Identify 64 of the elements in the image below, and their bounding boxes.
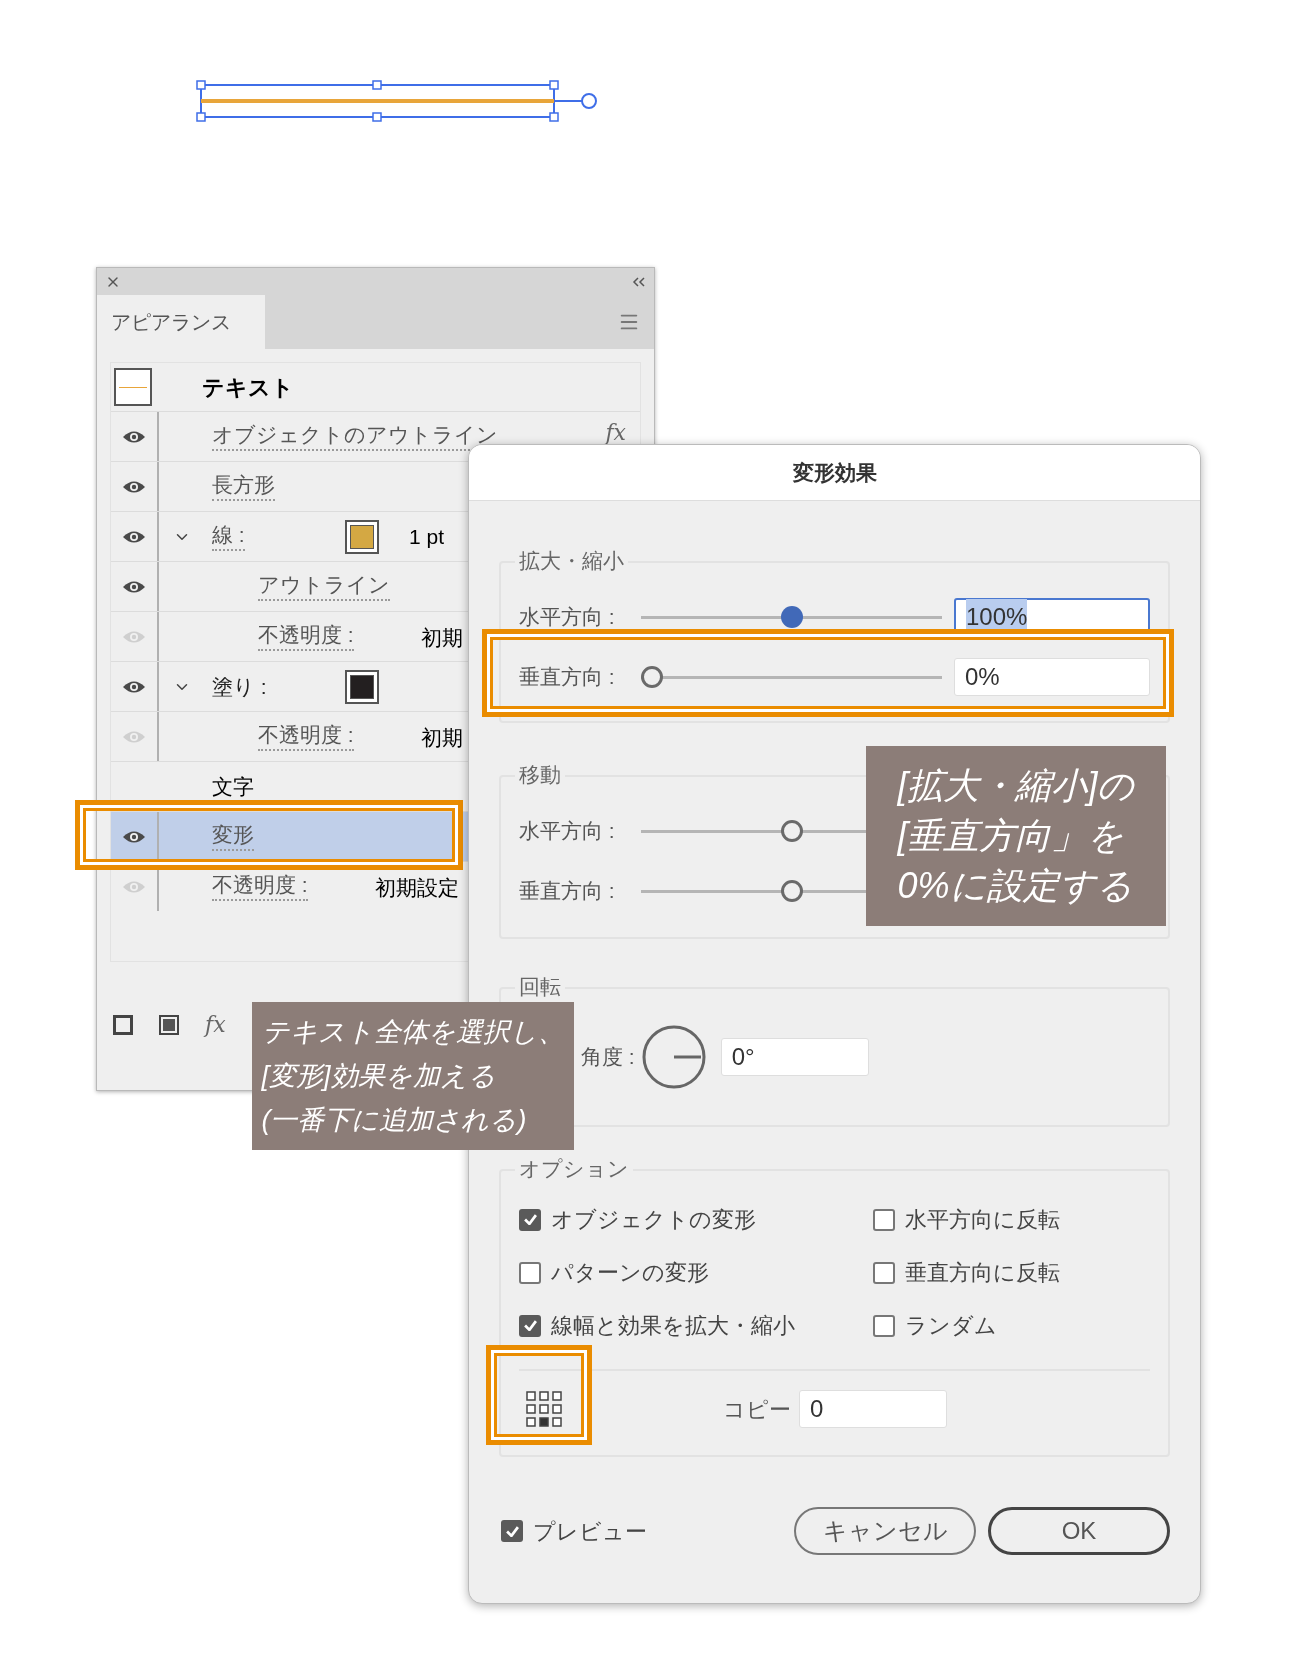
- row-label[interactable]: 不透明度 :: [212, 872, 308, 901]
- eye-icon[interactable]: [122, 579, 146, 594]
- angle-label: 角度 :: [581, 1044, 635, 1071]
- eye-icon[interactable]: [122, 829, 146, 844]
- dialog-title: 変形効果: [792, 459, 877, 486]
- check-icon: [523, 1320, 537, 1331]
- eye-icon[interactable]: [122, 479, 146, 494]
- preview-label[interactable]: プレビュー: [533, 1514, 647, 1548]
- row-value: 初期: [421, 725, 463, 751]
- eye-icon[interactable]: [122, 679, 146, 694]
- checkbox-label[interactable]: 垂直方向に反転: [905, 1256, 1060, 1289]
- checkbox[interactable]: [873, 1208, 895, 1231]
- row-label[interactable]: 線 :: [212, 522, 245, 551]
- slider-label: 水平方向 :: [519, 818, 616, 845]
- fx-label[interactable]: fx: [205, 1008, 226, 1041]
- row-label[interactable]: 変形: [212, 822, 254, 851]
- row-label[interactable]: アウトライン: [258, 572, 390, 601]
- row-label[interactable]: 長方形: [212, 472, 275, 501]
- color-swatch[interactable]: [345, 520, 379, 554]
- checkbox[interactable]: [873, 1261, 895, 1284]
- object-title: テキスト: [202, 373, 294, 402]
- new-fill-icon[interactable]: [159, 1014, 179, 1035]
- row-value: 初期設定: [375, 875, 459, 901]
- checkbox-label[interactable]: ランダム: [905, 1309, 997, 1342]
- row-label[interactable]: 文字: [212, 770, 254, 803]
- reference-point-icon[interactable]: [525, 1390, 563, 1428]
- checkbox-label[interactable]: 水平方向に反転: [905, 1203, 1060, 1236]
- row-label[interactable]: 不透明度 :: [258, 622, 354, 651]
- copies-label: コピー: [723, 1395, 791, 1424]
- row-label[interactable]: 不透明度 :: [258, 722, 354, 751]
- annotation-text: [拡大・縮小]の [垂直方向」を 0%に設定する: [897, 764, 1135, 908]
- slider-thumb[interactable]: [780, 880, 803, 902]
- slider-label: 垂直方向 :: [519, 664, 616, 691]
- angle-dial-icon[interactable]: [640, 1024, 707, 1090]
- collapse-icon[interactable]: [632, 276, 646, 287]
- slider-thumb[interactable]: [780, 820, 803, 842]
- eye-icon[interactable]: [122, 429, 146, 444]
- eye-icon[interactable]: [122, 529, 146, 544]
- checkbox[interactable]: [519, 1314, 541, 1337]
- annotation-text: テキスト全体を選択し、 [変形]効果を加える (一番下に追加される): [261, 1016, 565, 1137]
- new-stroke-icon[interactable]: [113, 1014, 133, 1035]
- stroke-weight: 1 pt: [409, 524, 445, 551]
- value-field[interactable]: 0%: [954, 658, 1150, 696]
- panel-tab[interactable]: アピアランス: [97, 295, 265, 349]
- checkbox-label[interactable]: 線幅と効果を拡大・縮小: [551, 1309, 795, 1342]
- cancel-button[interactable]: キャンセル: [794, 1507, 976, 1555]
- ok-button[interactable]: OK: [988, 1507, 1170, 1555]
- slider-label: 垂直方向 :: [519, 878, 616, 905]
- checkbox[interactable]: [873, 1314, 895, 1337]
- row-value: 初期: [421, 625, 463, 651]
- row-label[interactable]: 塗り :: [212, 670, 267, 703]
- checkbox[interactable]: [519, 1261, 541, 1284]
- checkbox-label[interactable]: パターンの変形: [551, 1256, 709, 1289]
- object-thumbnail: [114, 368, 152, 406]
- checkbox-label[interactable]: オブジェクトの変形: [551, 1203, 756, 1236]
- value-field[interactable]: 0°: [720, 1038, 869, 1076]
- slider-thumb[interactable]: [780, 606, 803, 628]
- slider-thumb[interactable]: [641, 666, 663, 688]
- check-icon: [523, 1214, 537, 1225]
- checkbox[interactable]: [519, 1208, 541, 1231]
- value-field[interactable]: 0: [799, 1390, 947, 1428]
- check-icon: [505, 1525, 519, 1537]
- color-swatch[interactable]: [345, 670, 379, 704]
- checkbox[interactable]: [501, 1520, 523, 1542]
